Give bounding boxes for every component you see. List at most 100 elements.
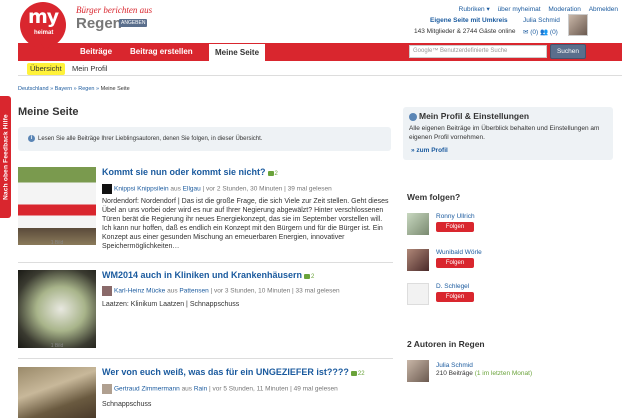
follow-suggestion: Ronny Ullrich Folgen <box>407 213 607 241</box>
comment-count-icon[interactable]: 22 <box>351 371 365 377</box>
feedback-side-tab[interactable]: Nach oben Feedback Hilfe <box>0 96 11 218</box>
article-meta: Knippsi Knippsilein aus Ellgau | vor 2 S… <box>102 184 332 194</box>
info-text: Lesen Sie alle Beiträge Ihrer Lieblingsa… <box>38 136 263 142</box>
author-item: Julia Schmid 210 Beiträge (1 im letzten … <box>407 360 607 384</box>
follow-suggestion: D. Schlegel Folgen <box>407 283 607 311</box>
search-button[interactable]: Suchen <box>550 44 586 59</box>
article-author[interactable]: Karl-Heinz Mücke <box>114 288 165 295</box>
article-title-text[interactable]: Kommt sie nun oder kommt sie nicht? <box>102 167 266 177</box>
article-author[interactable]: Gertraud Zimmermann <box>114 386 180 393</box>
gear-icon <box>409 112 417 121</box>
meta-prefix: aus <box>181 385 193 393</box>
follow-person-name[interactable]: D. Schlegel <box>436 283 469 290</box>
info-icon: i <box>28 134 35 142</box>
toplink-moderation[interactable]: Moderation <box>548 6 581 13</box>
tab-beitrag-erstellen[interactable]: Beitrag erstellen <box>124 43 199 61</box>
article-meta: Karl-Heinz Mücke aus Pattensen | vor 3 S… <box>102 286 340 296</box>
article-stats: | vor 5 Stunden, 11 Minuten | 49 mal gel… <box>209 385 338 393</box>
profile-box-title: Mein Profil & Einstellungen <box>419 111 530 121</box>
article-place[interactable]: Ellgau <box>183 186 201 193</box>
comment-count-icon[interactable]: 2 <box>304 274 314 280</box>
breadcrumb-bayern[interactable]: Bayern <box>55 86 72 92</box>
avatar[interactable] <box>407 360 429 382</box>
follow-button[interactable]: Folgen <box>436 258 474 268</box>
myheimat-logo[interactable]: my heimat <box>20 2 66 51</box>
subtab-uebersicht[interactable]: Übersicht <box>27 63 65 75</box>
user-message-counts[interactable]: ✉ (0) 👥 (0) <box>523 28 558 36</box>
user-avatar[interactable] <box>568 14 588 36</box>
profile-link[interactable]: » zum Profil <box>411 147 448 154</box>
profile-settings-box: Mein Profil & Einstellungen Alle eigenen… <box>403 107 613 160</box>
article-title-text[interactable]: WM2014 auch in Kliniken und Krankenhäuse… <box>102 270 302 280</box>
region-name: Regen <box>76 15 122 32</box>
image-count: 1 Bild <box>50 240 64 246</box>
article-title[interactable]: Kommt sie nun oder kommt sie nicht? 2 <box>102 167 278 177</box>
logo-speech-tail <box>40 42 52 51</box>
avatar[interactable] <box>407 283 429 305</box>
follow-suggestion: Wunibald Wörle Folgen <box>407 249 607 277</box>
article-title[interactable]: WM2014 auch in Kliniken und Krankenhäuse… <box>102 270 314 280</box>
article-thumbnail[interactable] <box>18 367 96 418</box>
search-input[interactable]: Google™ Benutzerdefinierte Suche <box>409 45 547 58</box>
breadcrumb-deutschland[interactable]: Deutschland <box>18 86 49 92</box>
tab-beitraege[interactable]: Beiträge <box>74 43 118 61</box>
author-post-count: 210 Beiträge (1 im letzten Monat) <box>436 370 532 377</box>
comment-count-icon[interactable]: 2 <box>268 171 278 177</box>
own-page-link[interactable]: Eigene Seite mit Umkreis <box>430 17 508 24</box>
online-members-count: 143 Mitglieder & 2744 Gäste online <box>414 28 516 35</box>
page-title: Meine Seite <box>18 106 79 118</box>
top-links: Rubriken ▾ über myheimat Moderation Abme… <box>453 5 618 13</box>
logo-my-text: my <box>28 6 59 28</box>
avatar[interactable] <box>407 249 429 271</box>
breadcrumb: Deutschland » Bayern » Regen » Meine Sei… <box>18 86 130 92</box>
article-item: 1 Bild WM2014 auch in Kliniken und Krank… <box>18 270 393 352</box>
article-meta: Gertraud Zimmermann aus Rain | vor 5 Stu… <box>102 384 338 394</box>
profile-box-text: Alle eigenen Beiträge im Überblick behal… <box>409 125 600 141</box>
breadcrumb-current: Meine Seite <box>100 86 130 92</box>
article-excerpt: Laatzen: Klinikum Laatzen | Schnappschus… <box>102 301 240 308</box>
region-change-badge[interactable]: ANGEBEN <box>119 19 148 27</box>
article-excerpt: Schnappschuss <box>102 401 152 408</box>
article-excerpt: Nordendorf: Nordendorf | Das ist die gro… <box>102 198 389 250</box>
article-author[interactable]: Knippsi Knippsilein <box>114 186 169 193</box>
article-place[interactable]: Pattensen <box>179 288 208 295</box>
article-thumbnail[interactable] <box>18 167 96 245</box>
feedback-tab-label: Nach oben Feedback Hilfe <box>2 114 9 200</box>
author-avatar[interactable] <box>102 286 112 296</box>
follow-person-name[interactable]: Wunibald Wörle <box>436 249 482 256</box>
subtab-mein-profil[interactable]: Mein Profil <box>69 63 110 75</box>
article-stats: | vor 2 Stunden, 30 Minuten | 39 mal gel… <box>202 185 332 193</box>
article-stats: | vor 3 Stunden, 10 Minuten | 33 mal gel… <box>210 287 340 295</box>
info-box: i Lesen Sie alle Beiträge Ihrer Lieblings… <box>18 127 391 151</box>
image-count: 1 Bild <box>50 343 64 349</box>
avatar[interactable] <box>407 213 429 235</box>
divider <box>18 358 393 359</box>
tab-meine-seite[interactable]: Meine Seite <box>208 43 267 61</box>
divider <box>18 262 393 263</box>
slogan: Bürger berichten aus <box>76 5 153 15</box>
toplink-logout[interactable]: Abmelden <box>589 6 618 13</box>
follow-button[interactable]: Folgen <box>436 292 474 302</box>
user-name-link[interactable]: Julia Schmid <box>523 17 560 24</box>
logo-heimat-text: heimat <box>34 30 54 36</box>
follow-person-name[interactable]: Ronny Ullrich <box>436 213 475 220</box>
profile-box-heading: Mein Profil & Einstellungen <box>409 111 529 121</box>
article-place[interactable]: Rain <box>194 386 207 393</box>
toplink-rubriken[interactable]: Rubriken ▾ <box>459 6 490 13</box>
author-avatar[interactable] <box>102 184 112 194</box>
article-title-text[interactable]: Wer von euch weiß, was das für ein UNGEZ… <box>102 367 349 377</box>
sub-nav: Übersicht Mein Profil <box>18 62 622 76</box>
article-thumbnail[interactable] <box>18 270 96 348</box>
breadcrumb-regen[interactable]: Regen <box>78 86 94 92</box>
toplink-about[interactable]: über myheimat <box>498 6 541 13</box>
follow-heading: Wem folgen? <box>407 192 461 202</box>
follow-button[interactable]: Folgen <box>436 222 474 232</box>
meta-prefix: aus <box>170 185 181 193</box>
author-avatar[interactable] <box>102 384 112 394</box>
meta-prefix: aus <box>167 287 178 295</box>
author-count: 210 Beiträge <box>436 370 473 377</box>
author-name[interactable]: Julia Schmid <box>436 362 473 369</box>
authors-heading: 2 Autoren in Regen <box>407 339 485 349</box>
author-recent: (1 im letzten Monat) <box>474 370 533 377</box>
article-title[interactable]: Wer von euch weiß, was das für ein UNGEZ… <box>102 367 365 377</box>
